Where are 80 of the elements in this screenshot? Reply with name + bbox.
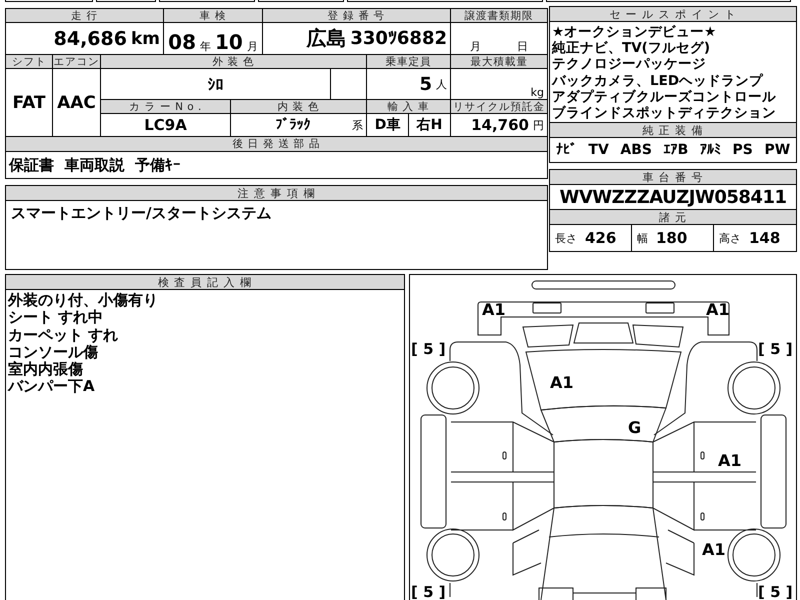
column-header: 後 日 発 送 部 品 xyxy=(232,137,321,151)
column-header: シフト xyxy=(12,55,46,68)
inspection-month: 10 xyxy=(215,30,243,54)
tire-grade: [ 5 ] xyxy=(758,583,793,600)
spec-value: 148 xyxy=(749,229,780,248)
capacity-value: 5 xyxy=(419,74,432,94)
inspector-note: シート すれ中 xyxy=(8,309,104,326)
tire-grade: [ 5 ] xyxy=(411,583,446,600)
sale-point-line: アダプティブクルーズコントロール xyxy=(552,88,777,105)
inspector-note: 室内内張傷 xyxy=(8,361,84,378)
damage-code: A1 xyxy=(706,300,730,319)
section-header: セ ー ル ス ポ イ ン ト xyxy=(550,7,796,22)
section-header: 注 意 事 項 欄 xyxy=(6,186,547,201)
shift-value: FAT xyxy=(12,92,46,112)
column-header: 最大積載量 xyxy=(470,55,528,68)
exterior-color-value: ｼﾛ xyxy=(208,74,224,94)
inspector-note: コンソール傷 xyxy=(8,344,98,361)
column-header: 乗車定員 xyxy=(386,55,432,68)
column-header: 内 装 色 xyxy=(277,100,320,113)
steering-side: 右H xyxy=(416,116,442,134)
column-header: 車 検 xyxy=(200,9,226,22)
month-unit: 月 xyxy=(246,39,258,54)
section-header: 車 台 番 号 xyxy=(550,170,796,186)
registration-number: 330ﾂ6882 xyxy=(350,28,447,49)
aircon-value: AAC xyxy=(57,92,96,112)
sale-point-line: 純正ナビ、TV(フルセグ) xyxy=(552,40,711,56)
column-header: リサイクル預託金 xyxy=(453,100,545,113)
spec-label: 長さ xyxy=(555,230,577,246)
section-header: 検 査 員 記 入 欄 xyxy=(6,275,404,290)
tire-grade: [ 5 ] xyxy=(758,340,793,358)
inspector-note: カーペット すれ xyxy=(8,326,120,344)
year-unit: 年 xyxy=(200,39,211,54)
capacity-unit: 人 xyxy=(436,76,447,92)
dealer-import: D車 xyxy=(374,116,400,134)
month-unit: 月 xyxy=(470,39,481,54)
tire-grade: [ 5 ] xyxy=(411,340,446,358)
sale-point-line: ブラインドスポットディテクション xyxy=(552,104,777,122)
yen-unit: 円 xyxy=(533,118,544,132)
sale-point-line: ★オークションデビュー★ xyxy=(552,24,718,40)
inspection-year: 08 xyxy=(168,30,196,54)
column-header: エアコン xyxy=(54,55,100,68)
mileage-value: 84,686 xyxy=(54,28,127,50)
damage-code: A1 xyxy=(718,451,742,470)
color-suffix: 系 xyxy=(352,118,363,132)
damage-code: A1 xyxy=(550,373,574,392)
equipment-item: ﾅﾋﾞ xyxy=(556,142,577,158)
interior-color-value: ﾌﾞﾗｯｸ xyxy=(276,117,310,133)
parts-list: 保証書 車両取説 予備ｷｰ xyxy=(9,156,181,174)
column-header: 譲渡書類期限 xyxy=(464,9,534,22)
equipment-item: ABS xyxy=(620,142,652,158)
caution-text: スマートエントリー/スタートシステム xyxy=(10,203,272,224)
column-header: 輸 入 車 xyxy=(387,100,430,113)
column-header: 登 録 番 号 xyxy=(328,9,386,22)
section-header: 純 正 装 備 xyxy=(550,122,796,138)
equipment-item: ｴｱB xyxy=(664,142,688,158)
column-header: 走 行 xyxy=(71,9,98,22)
spec-label: 幅 xyxy=(637,230,648,246)
inspector-note: 外装のり付、小傷有り xyxy=(8,292,159,309)
inspector-note: バンパー下A xyxy=(8,378,96,396)
registration-region: 広島 xyxy=(306,25,346,52)
sale-point-line: バックカメラ、LEDヘッドランプ xyxy=(552,72,764,89)
spec-value: 180 xyxy=(656,229,688,248)
equipment-item: PW xyxy=(764,142,790,158)
equipment-item: ｱﾙﾐ xyxy=(700,142,721,158)
column-header: カ ラ ー N o . xyxy=(129,100,202,113)
equipment-item: PS xyxy=(732,142,753,158)
sale-point-line: テクノロジーパッケージ xyxy=(552,56,707,73)
day-unit: 日 xyxy=(517,39,528,54)
column-header: 外 装 色 xyxy=(212,55,255,68)
color-number: LC9A xyxy=(144,116,187,134)
spec-value: 426 xyxy=(585,229,616,248)
section-header: 諸 元 xyxy=(550,210,796,226)
spec-label: 高さ xyxy=(719,230,741,246)
damage-code: G xyxy=(628,418,642,437)
equipment-item: TV xyxy=(588,142,609,158)
damage-code: A1 xyxy=(702,540,726,559)
recycle-fee: 14,760 xyxy=(471,116,529,134)
mileage-unit: km xyxy=(130,28,160,48)
load-unit: kg xyxy=(530,86,544,99)
damage-code: A1 xyxy=(482,300,506,319)
